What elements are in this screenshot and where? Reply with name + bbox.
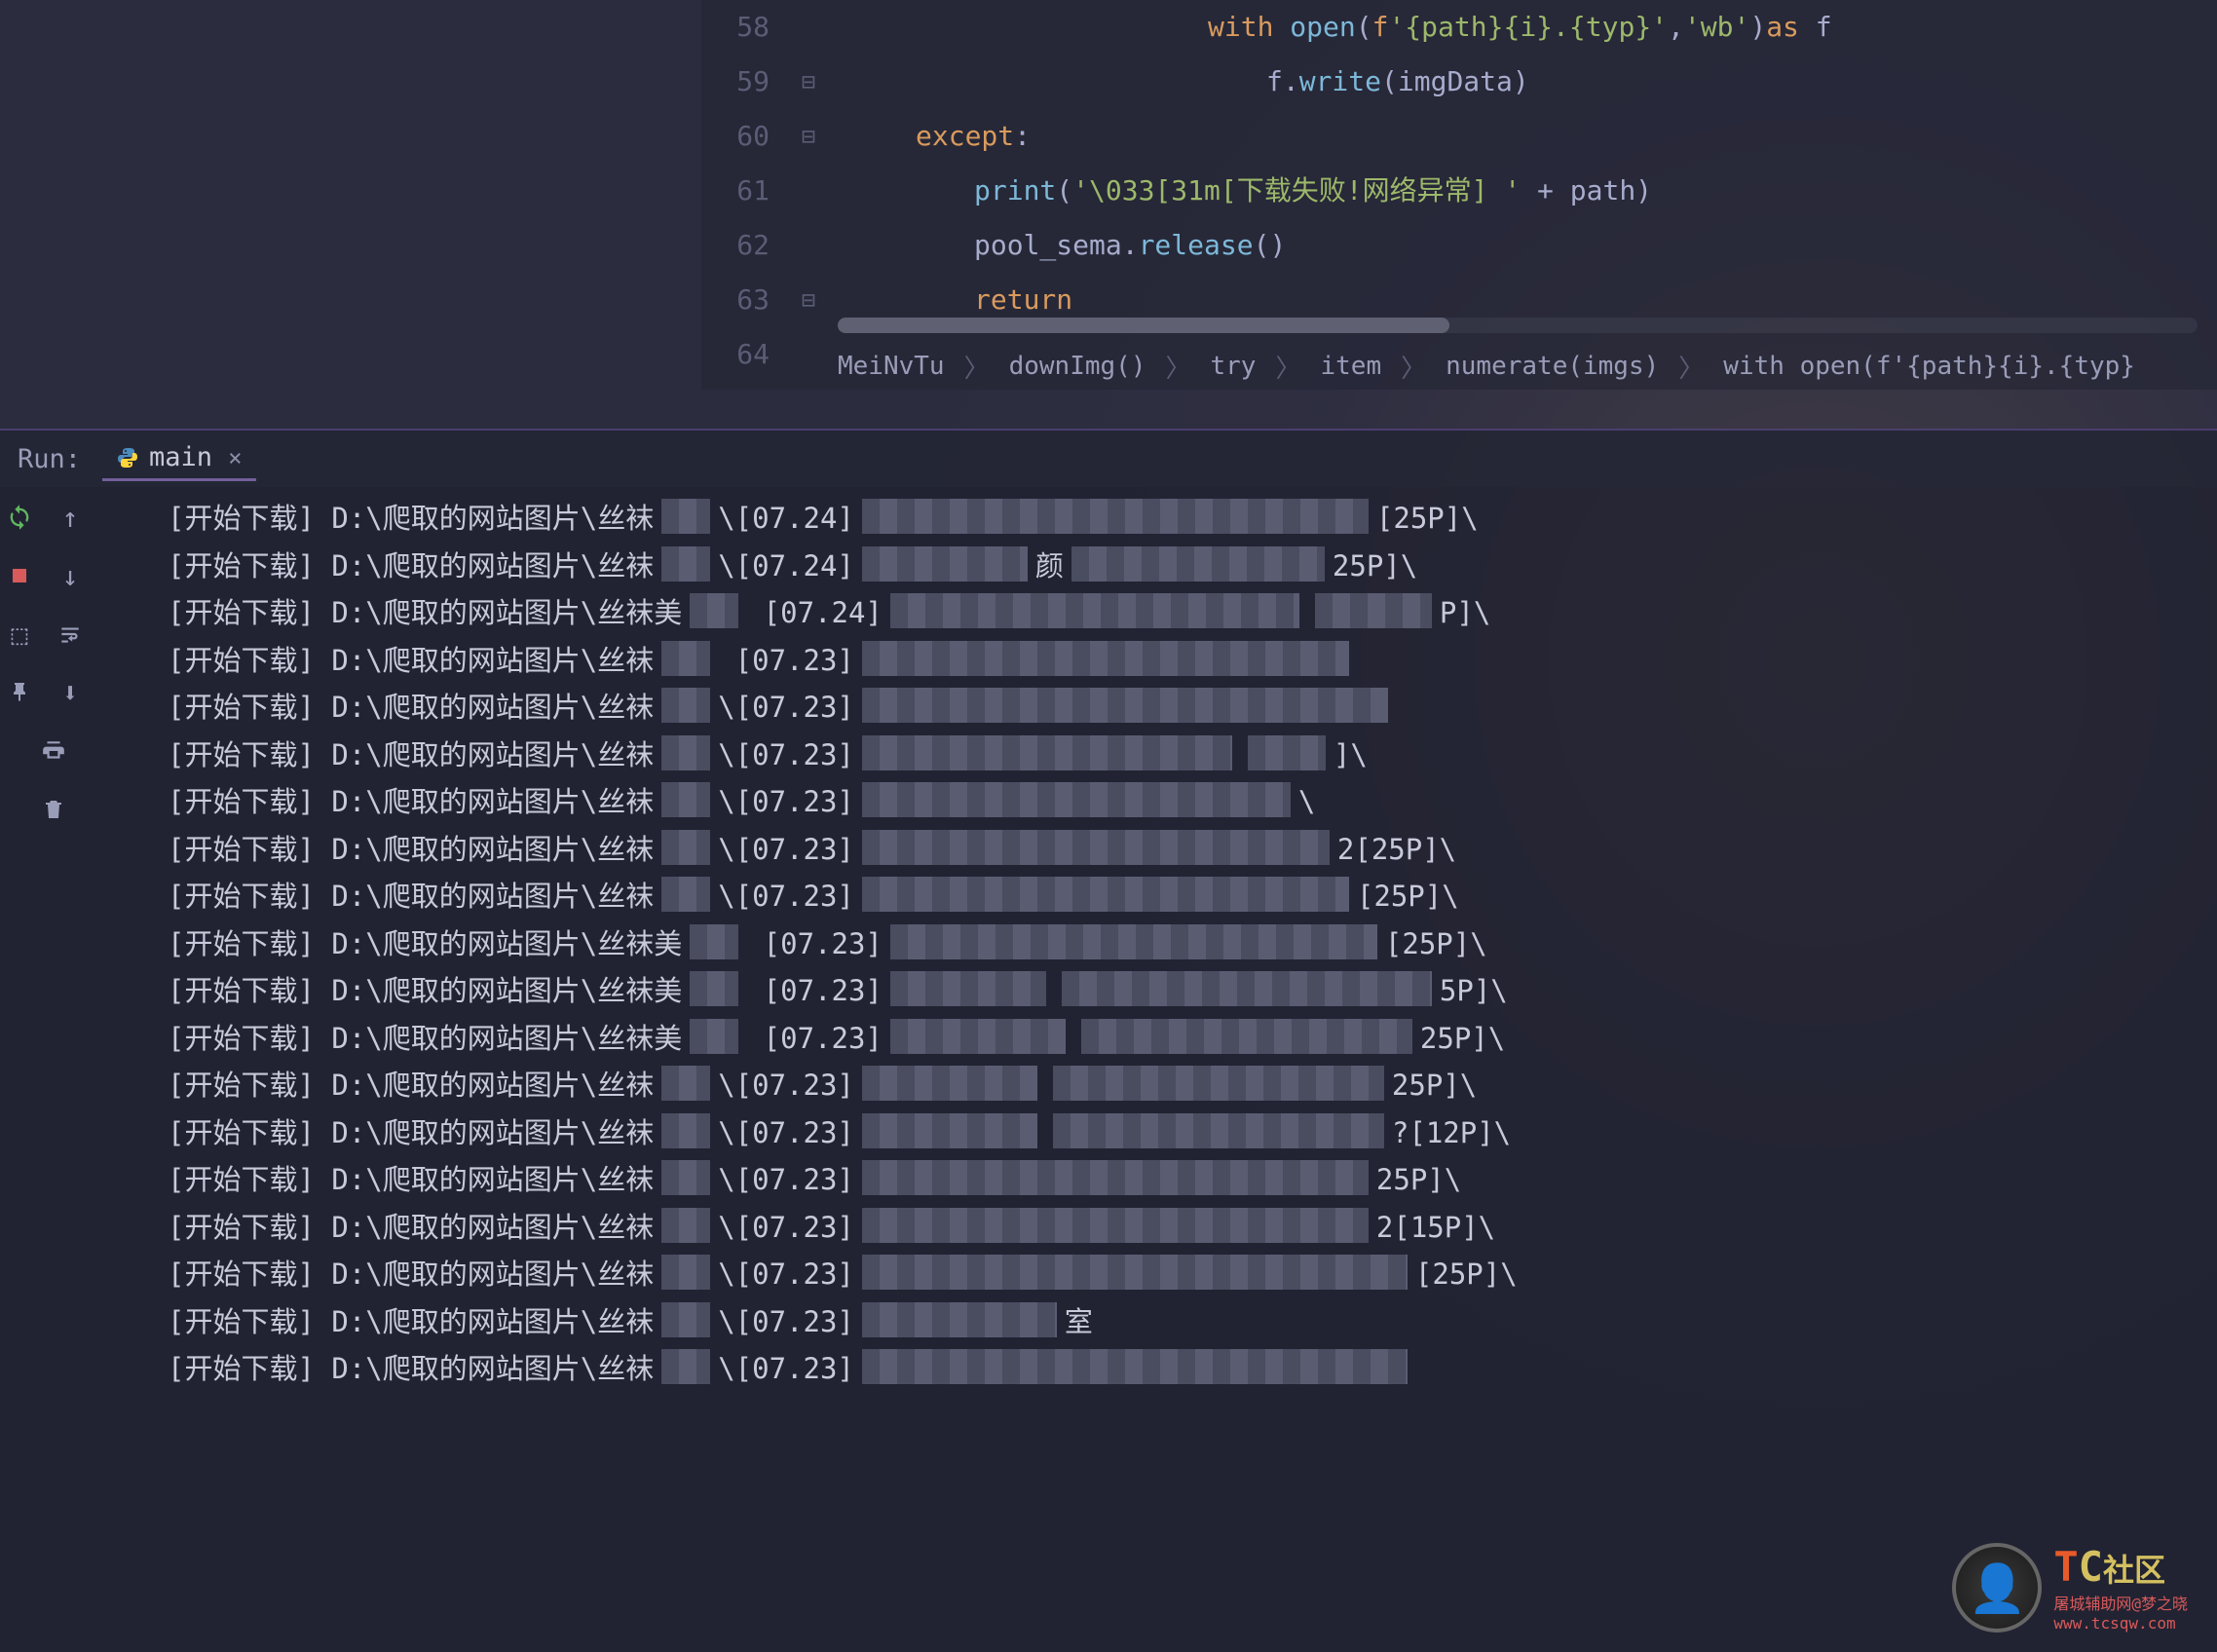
layout-button[interactable]: ⬚	[3, 618, 36, 651]
scroll-to-end-button[interactable]: ⬇	[54, 676, 87, 709]
soft-wrap-button[interactable]	[54, 618, 87, 651]
console-line: [开始下载] D:\爬取的网站图片\丝袜 [07.23]	[168, 637, 2217, 685]
breadcrumb-item[interactable]: with open(f'{path}{i}.{typ}	[1723, 352, 2135, 381]
console-line: [开始下载] D:\爬取的网站图片\丝袜\[07.24][25P]\	[168, 495, 2217, 543]
console-line: [开始下载] D:\爬取的网站图片\丝袜\[07.23]\	[168, 778, 2217, 826]
breadcrumb-item[interactable]: downImg()	[1009, 352, 1146, 381]
horizontal-scrollbar[interactable]	[838, 318, 2198, 333]
python-icon	[116, 446, 139, 469]
code-editor[interactable]: 58596061626364 ⊟⊟⊟ with open(f'{path}{i}…	[701, 0, 2217, 390]
console-line: [开始下载] D:\爬取的网站图片\丝袜美 [07.23][25P]\	[168, 920, 2217, 968]
console-line: [开始下载] D:\爬取的网站图片\丝袜\[07.23]室	[168, 1298, 2217, 1346]
console-line: [开始下载] D:\爬取的网站图片\丝袜\[07.23][25P]\	[168, 1251, 2217, 1298]
console-line: [开始下载] D:\爬取的网站图片\丝袜\[07.23][25P]\	[168, 873, 2217, 920]
run-tab-main[interactable]: main ×	[102, 436, 255, 481]
breadcrumb-item[interactable]: MeiNvTu	[838, 352, 945, 381]
fold-gutter[interactable]: ⊟⊟⊟	[789, 0, 828, 390]
console-output[interactable]: [开始下载] D:\爬取的网站图片\丝袜\[07.24][25P]\[开始下载]…	[90, 487, 2217, 1652]
console-line: [开始下载] D:\爬取的网站图片\丝袜美 [07.23]25P]\	[168, 1015, 2217, 1063]
step-down-button[interactable]: ↓	[54, 559, 87, 592]
breadcrumb-item[interactable]: try	[1211, 352, 1257, 381]
print-button[interactable]	[37, 734, 70, 768]
breadcrumb-item[interactable]: numerate(imgs)	[1446, 352, 1659, 381]
watermark-logo: 👤	[1952, 1543, 2042, 1633]
stop-button[interactable]	[3, 559, 36, 592]
console-line: [开始下载] D:\爬取的网站图片\丝袜\[07.23]25P]\	[168, 1062, 2217, 1109]
run-header: Run: main ×	[0, 431, 2217, 487]
console-line: [开始下载] D:\爬取的网站图片\丝袜美 [07.23]5P]\	[168, 967, 2217, 1015]
console-line: [开始下载] D:\爬取的网站图片\丝袜\[07.23]]\	[168, 732, 2217, 779]
run-label: Run:	[18, 444, 81, 474]
watermark: 👤 TC社区 屠城辅助网@梦之晓 www.tcsqw.com	[1952, 1543, 2188, 1633]
run-tool-window: Run: main × ↑ ↓ ⬚	[0, 429, 2217, 1652]
console-line: [开始下载] D:\爬取的网站图片\丝袜\[07.24]颜25P]\	[168, 543, 2217, 590]
breadcrumb[interactable]: MeiNvTu〉downImg()〉try〉item〉numerate(imgs…	[838, 343, 2217, 390]
console-line: [开始下载] D:\爬取的网站图片\丝袜\[07.23]?[12P]\	[168, 1109, 2217, 1157]
line-number-gutter: 58596061626364	[701, 0, 789, 390]
rerun-button[interactable]	[3, 501, 36, 534]
console-line: [开始下载] D:\爬取的网站图片\丝袜\[07.23]	[168, 684, 2217, 732]
close-icon[interactable]: ×	[228, 444, 242, 471]
run-tab-label: main	[149, 442, 212, 472]
console-line: [开始下载] D:\爬取的网站图片\丝袜\[07.23]	[168, 1345, 2217, 1393]
console-line: [开始下载] D:\爬取的网站图片\丝袜\[07.23]25P]\	[168, 1156, 2217, 1204]
run-toolbar: ↑ ↓ ⬚ ⬇	[0, 487, 90, 1652]
step-up-button[interactable]: ↑	[54, 501, 87, 534]
console-line: [开始下载] D:\爬取的网站图片\丝袜\[07.23]2[15P]\	[168, 1204, 2217, 1252]
console-line: [开始下载] D:\爬取的网站图片\丝袜美 [07.24]P]\	[168, 589, 2217, 637]
scrollbar-thumb[interactable]	[838, 318, 1449, 333]
pin-button[interactable]	[3, 676, 36, 709]
breadcrumb-item[interactable]: item	[1320, 352, 1381, 381]
console-line: [开始下载] D:\爬取的网站图片\丝袜\[07.23]2[25P]\	[168, 826, 2217, 874]
trash-button[interactable]	[37, 793, 70, 826]
